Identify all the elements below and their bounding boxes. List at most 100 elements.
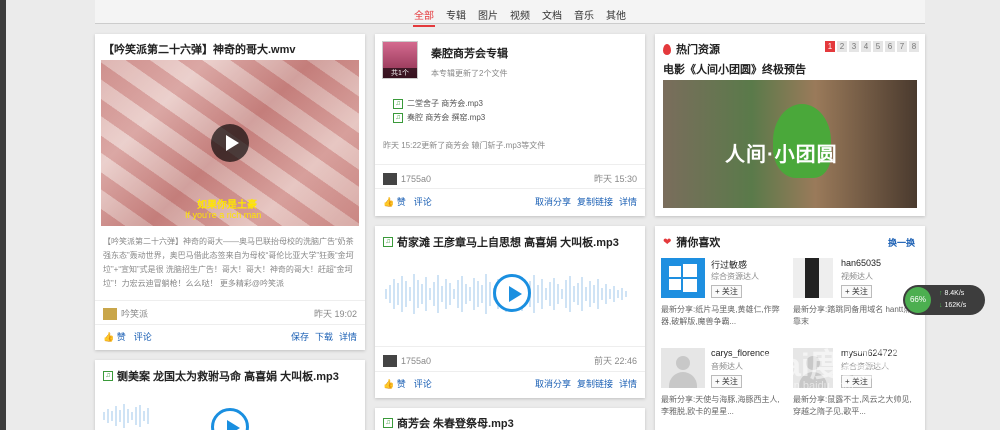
music-file-icon: ♫ — [383, 237, 393, 247]
download-link[interactable]: 下载 — [315, 330, 333, 343]
user-recent: 最新分享:纸片马里奥,黄雄仁,作弊器,破解版,魔兽争霸... — [661, 305, 780, 326]
copy-link[interactable]: 复制链接 — [577, 195, 613, 208]
play-icon[interactable] — [211, 408, 249, 430]
window-left-edge — [0, 0, 6, 430]
album-file[interactable]: ♫ 奏腔 商芳会 撰窑.mp3 — [393, 112, 485, 123]
music-file-icon: ♫ — [103, 371, 113, 381]
user-avatar[interactable] — [661, 348, 705, 388]
audio-title[interactable]: 荀家滩 王彦章马上自思想 高喜娟 大叫板.mp3 — [397, 234, 619, 250]
save-link[interactable]: 保存 — [291, 330, 309, 343]
page-3[interactable]: 3 — [849, 41, 859, 52]
page-1[interactable]: 1 — [825, 41, 835, 52]
comment-link[interactable]: 评论 — [414, 195, 432, 208]
author-name[interactable]: 吟笑派 — [121, 307, 148, 320]
author-avatar[interactable] — [383, 172, 397, 185]
tab-all[interactable]: 全部 — [413, 7, 435, 27]
audio-card: ♫ 铡美案 龙国太为救驸马命 高喜娟 大叫板.mp3 — [95, 360, 365, 430]
video-thumbnail[interactable]: 如果你是土豪 If you're a rich man — [101, 60, 359, 226]
album-title[interactable]: 秦腔商芳会专辑 — [431, 45, 508, 61]
post-time: 前天 22:46 — [593, 356, 637, 366]
album-actions: 👍 赞 评论 取消分享 复制链接 详情 — [383, 195, 637, 208]
follow-button[interactable]: + 关注 — [711, 285, 742, 298]
fire-icon — [663, 43, 671, 55]
audio-meta: 1755a0 前天 22:46 — [383, 354, 637, 367]
audio-title[interactable]: 商芳会 朱春登祭母.mp3 — [397, 415, 514, 430]
video-subtitle-cn: 如果你是土豪 — [197, 200, 257, 211]
author-name[interactable]: 1755a0 — [401, 356, 431, 366]
post-time: 昨天 19:02 — [313, 309, 357, 319]
tab-docs[interactable]: 文档 — [541, 7, 563, 27]
user-role: 综合资源达人 — [711, 272, 759, 281]
like-icon[interactable]: 👍 赞 — [383, 195, 406, 208]
author-name[interactable]: 1755a0 — [401, 174, 431, 184]
hot-title: 热门资源 — [676, 44, 720, 56]
download-speed: ↓ 162K/s — [939, 302, 967, 309]
page-8[interactable]: 8 — [909, 41, 919, 52]
details-link[interactable]: 详情 — [619, 377, 637, 390]
video-card: 【吟笑派第二十六弹】神奇的哥大.wmv 如果你是土豪 If you're a r… — [95, 34, 365, 350]
movie-poster[interactable]: 人间·小团圆 — [663, 80, 917, 208]
album-count: 共1个 — [383, 68, 417, 78]
comment-link[interactable]: 评论 — [414, 377, 432, 390]
speed-widget[interactable]: 66% ↑ 8.4K/s ↓ 162K/s — [903, 285, 985, 315]
page-4[interactable]: 4 — [861, 41, 871, 52]
page-7[interactable]: 7 — [897, 41, 907, 52]
author-avatar[interactable] — [383, 354, 397, 367]
user-name[interactable]: han65035 — [841, 258, 881, 268]
video-title[interactable]: 【吟笑派第二十六弹】神奇的哥大.wmv — [103, 41, 357, 57]
user-role: 音频达人 — [711, 362, 743, 371]
album-update: 昨天 15:22更新了商芳会 辕门斩子.mp3等文件 — [383, 141, 546, 150]
video-actions: 👍 赞 评论 保存 下载 详情 — [103, 330, 357, 343]
audio-card: ♫ 荀家滩 王彦章马上自思想 高喜娟 大叫板.mp3 1755a0 前天 22:… — [375, 226, 645, 398]
music-file-icon: ♫ — [393, 112, 403, 123]
user-avatar[interactable] — [793, 258, 833, 298]
refresh-link[interactable]: 换一换 — [888, 236, 915, 249]
music-file-icon: ♫ — [383, 418, 393, 428]
hot-pager: 1 2 3 4 5 6 7 8 — [825, 41, 919, 52]
unshare-link[interactable]: 取消分享 — [535, 377, 571, 390]
poster-title: 人间·小团圆 — [725, 144, 838, 166]
tab-music[interactable]: 音乐 — [573, 7, 595, 27]
user-recent: 最新分享:踏跳同备用域名 hantt点靠末 — [793, 305, 912, 326]
user-recent: 最新分享:天使与海豚,海豚西主人,李雅脱,欧卡的星星... — [661, 395, 780, 416]
audio-card: ♫ 商芳会 朱春登祭母.mp3 — [375, 408, 645, 430]
author-avatar[interactable] — [103, 307, 117, 320]
album-cover[interactable]: 共1个 — [382, 41, 418, 79]
like-icon[interactable]: 👍 赞 — [103, 330, 126, 343]
filter-tabs: 全部 专辑 图片 视频 文档 音乐 其他 — [413, 7, 627, 27]
speed-percent: 66% — [905, 287, 931, 313]
user-recent: 最新分享:鼠露不士,风云之大帅见,穿越之隋子见,歌平... — [793, 395, 912, 416]
album-file[interactable]: ♫ 二堂舍子 商芳会.mp3 — [393, 98, 483, 109]
filter-bar: 全部 专辑 图片 视频 文档 音乐 其他 — [95, 0, 925, 27]
details-link[interactable]: 详情 — [619, 195, 637, 208]
heart-icon: ❤ — [663, 236, 672, 248]
video-meta: 吟笑派 昨天 19:02 — [103, 307, 357, 320]
comment-link[interactable]: 评论 — [134, 330, 152, 343]
details-link[interactable]: 详情 — [339, 330, 357, 343]
page-2[interactable]: 2 — [837, 41, 847, 52]
copy-link[interactable]: 复制链接 — [577, 377, 613, 390]
user-role: 视频达人 — [841, 272, 873, 281]
play-icon[interactable] — [211, 124, 249, 162]
follow-button[interactable]: + 关注 — [711, 375, 742, 388]
tab-images[interactable]: 图片 — [477, 7, 499, 27]
play-icon[interactable] — [493, 274, 531, 312]
tab-other[interactable]: 其他 — [605, 7, 627, 27]
unshare-link[interactable]: 取消分享 — [535, 195, 571, 208]
like-icon[interactable]: 👍 赞 — [383, 377, 406, 390]
tab-video[interactable]: 视频 — [509, 7, 531, 27]
album-meta: 1755a0 昨天 15:30 — [383, 172, 637, 185]
follow-button[interactable]: + 关注 — [841, 285, 872, 298]
audio-actions: 👍 赞 评论 取消分享 复制链接 详情 — [383, 377, 637, 390]
tab-album[interactable]: 专辑 — [445, 7, 467, 27]
hot-movie-title[interactable]: 电影《人间小团圆》终极预告 — [663, 61, 806, 77]
user-avatar[interactable] — [661, 258, 705, 298]
album-card: 共1个 秦腔商芳会专辑 本专辑更新了2个文件 ♫ 二堂舍子 商芳会.mp3 ♫ … — [375, 34, 645, 216]
audio-title[interactable]: 铡美案 龙国太为救驸马命 高喜娟 大叫板.mp3 — [117, 368, 339, 384]
page-5[interactable]: 5 — [873, 41, 883, 52]
upload-speed: ↑ 8.4K/s — [939, 290, 965, 297]
user-name[interactable]: 行过敏感 — [711, 258, 747, 271]
hot-resources-panel: 热门资源 1 2 3 4 5 6 7 8 电影《人间小团圆》终极预告 人间·小团… — [655, 34, 925, 216]
page-6[interactable]: 6 — [885, 41, 895, 52]
recommend-panel: ❤ 猜你喜欢 换一换 行过敏感 综合资源达人 + 关注 最新分享:纸片马里奥,黄… — [655, 226, 925, 430]
